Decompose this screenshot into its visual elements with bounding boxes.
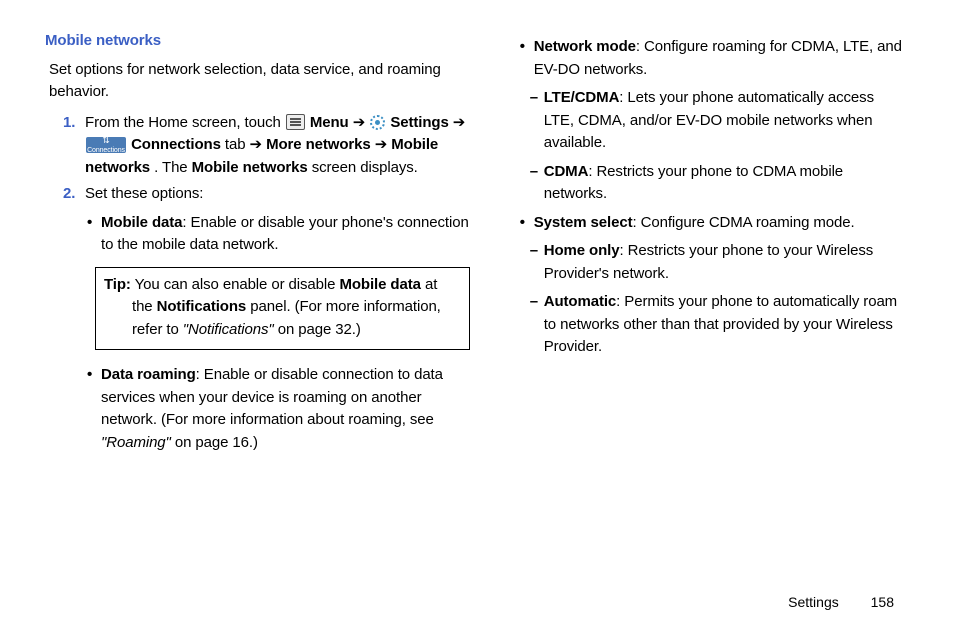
tip-bold-1: Mobile data <box>339 276 420 293</box>
step-2: 2. Set these options: <box>63 183 470 206</box>
cdma-label: CDMA <box>544 163 589 180</box>
dash-lte-cdma: – LTE/CDMA: Lets your phone automaticall… <box>530 87 904 155</box>
bullet-icon: • <box>87 364 101 454</box>
arrow-icon: ➔ <box>353 114 370 131</box>
menu-label: Menu <box>310 114 349 131</box>
connections-label: Connections <box>131 136 221 153</box>
system-select-desc: : Configure CDMA roaming mode. <box>632 214 854 231</box>
settings-icon <box>370 115 385 130</box>
dash-icon: – <box>530 161 544 206</box>
footer-section: Settings <box>788 594 839 610</box>
section-intro: Set options for network selection, data … <box>49 59 470 104</box>
arrow-icon: ➔ <box>250 136 267 153</box>
system-select-label: System select <box>534 214 633 231</box>
menu-icon <box>286 114 305 130</box>
dash-cdma: – CDMA: Restricts your phone to CDMA mob… <box>530 161 904 206</box>
mobile-data-label: Mobile data <box>101 214 182 231</box>
dash-automatic: – Automatic: Permits your phone to autom… <box>530 291 904 359</box>
arrow-icon: ➔ <box>375 136 392 153</box>
tip-bold-2: Notifications <box>157 298 247 315</box>
tip-text-a: You can also enable or disable <box>131 276 340 293</box>
dash-icon: – <box>530 87 544 155</box>
tip-ref: "Notifications" <box>183 321 274 338</box>
connections-icon: Connections <box>86 137 126 153</box>
footer-page-number: 158 <box>871 594 894 610</box>
step-1-text-b: . The <box>154 159 191 176</box>
step-1-text-c: screen displays. <box>312 159 418 176</box>
settings-label: Settings <box>390 114 448 131</box>
bullet-mobile-data: • Mobile data: Enable or disable your ph… <box>87 212 470 257</box>
step-1-number: 1. <box>63 112 85 180</box>
lte-cdma-label: LTE/CDMA <box>544 89 620 106</box>
dash-home-only: – Home only: Restricts your phone to you… <box>530 240 904 285</box>
data-roaming-label: Data roaming <box>101 366 196 383</box>
tab-word: tab <box>225 136 250 153</box>
section-title: Mobile networks <box>45 30 470 53</box>
home-only-label: Home only <box>544 242 620 259</box>
network-mode-label: Network mode <box>534 38 636 55</box>
more-networks-label: More networks <box>266 136 371 153</box>
tip-label: Tip: <box>104 276 131 293</box>
step-1: 1. From the Home screen, touch Menu ➔ Se… <box>63 112 470 180</box>
bullet-network-mode: • Network mode: Configure roaming for CD… <box>520 36 904 81</box>
step-2-text: Set these options: <box>85 183 470 206</box>
bullet-icon: • <box>520 212 534 235</box>
bullet-data-roaming: • Data roaming: Enable or disable connec… <box>87 364 470 454</box>
bullet-icon: • <box>87 212 101 257</box>
roaming-ref: "Roaming" <box>101 434 171 451</box>
dash-icon: – <box>530 240 544 285</box>
tip-box: Tip: You can also enable or disable Mobi… <box>95 267 470 351</box>
bullet-system-select: • System select: Configure CDMA roaming … <box>520 212 904 235</box>
step-1-text-a: From the Home screen, touch <box>85 114 285 131</box>
tip-text-d: on page 32.) <box>274 321 361 338</box>
data-roaming-desc-b: on page 16.) <box>171 434 258 451</box>
automatic-label: Automatic <box>544 293 616 310</box>
mobile-networks-label-2: Mobile networks <box>192 159 308 176</box>
bullet-icon: • <box>520 36 534 81</box>
page-footer: Settings 158 <box>788 594 894 610</box>
step-2-number: 2. <box>63 183 85 206</box>
dash-icon: – <box>530 291 544 359</box>
arrow-icon: ➔ <box>453 114 465 131</box>
cdma-desc: : Restricts your phone to CDMA mobile ne… <box>544 163 843 203</box>
